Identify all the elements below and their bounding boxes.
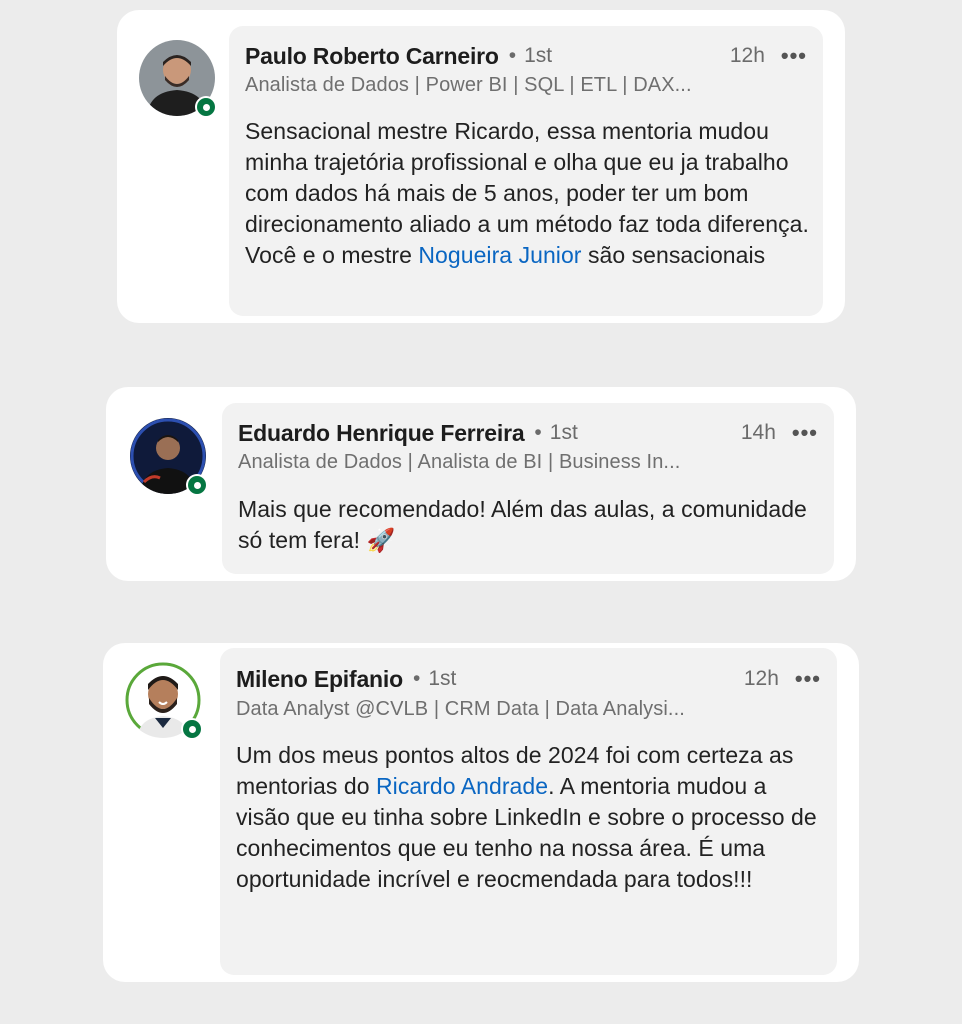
- author-headline: Analista de Dados | Power BI | SQL | ETL…: [245, 74, 692, 96]
- mention-link[interactable]: Ricardo Andrade: [376, 773, 548, 799]
- comment-card: Eduardo Henrique Ferreira • 1st 14h ••• A…: [106, 387, 856, 581]
- avatar[interactable]: [125, 662, 203, 740]
- comment-text: Mais que recomendado! Além das aulas, a …: [238, 494, 820, 556]
- author-headline: Analista de Dados | Analista de BI | Bus…: [238, 451, 681, 473]
- online-status-icon: [186, 474, 208, 496]
- more-options-icon[interactable]: •••: [792, 420, 818, 446]
- comment-text: Sensacional mestre Ricardo, essa mentori…: [245, 116, 809, 271]
- more-options-icon[interactable]: •••: [781, 43, 807, 69]
- author-name[interactable]: Paulo Roberto Carneiro: [245, 43, 499, 70]
- degree-label: 1st: [549, 421, 578, 444]
- author-name[interactable]: Mileno Epifanio: [236, 666, 403, 693]
- comment-bubble: Eduardo Henrique Ferreira • 1st 14h ••• A…: [222, 403, 834, 574]
- author-headline: Data Analyst @CVLB | CRM Data | Data Ana…: [236, 698, 685, 720]
- comment-time: 14h: [740, 421, 776, 444]
- online-status-icon: [195, 96, 217, 118]
- comment-card: Mileno Epifanio • 1st 12h ••• Data Analys…: [103, 643, 859, 982]
- comment-time: 12h: [729, 44, 765, 67]
- comment-card: Paulo Roberto Carneiro • 1st 12h ••• Anal…: [117, 10, 845, 323]
- more-options-icon[interactable]: •••: [795, 666, 821, 692]
- separator-dot: •: [508, 44, 517, 67]
- degree-label: 1st: [524, 44, 553, 67]
- avatar[interactable]: [130, 418, 208, 496]
- connection-degree: • 1st: [534, 421, 577, 445]
- comment-bubble: Paulo Roberto Carneiro • 1st 12h ••• Anal…: [229, 26, 823, 316]
- comment-text: Um dos meus pontos altos de 2024 foi com…: [236, 740, 823, 895]
- connection-degree: • 1st: [413, 667, 456, 691]
- separator-dot: •: [412, 667, 421, 690]
- author-name[interactable]: Eduardo Henrique Ferreira: [238, 420, 525, 447]
- separator-dot: •: [534, 421, 542, 444]
- comment-text-part: Mais que recomendado! Além das aulas, a …: [238, 496, 807, 553]
- connection-degree: • 1st: [509, 44, 552, 68]
- degree-label: 1st: [428, 667, 457, 690]
- avatar[interactable]: [139, 40, 217, 118]
- comment-text-part: são sensacionais: [581, 242, 766, 268]
- online-status-icon: [181, 718, 203, 740]
- comment-time: 12h: [743, 667, 779, 690]
- comment-bubble: Mileno Epifanio • 1st 12h ••• Data Analys…: [220, 648, 837, 975]
- mention-link[interactable]: Nogueira Junior: [418, 242, 581, 268]
